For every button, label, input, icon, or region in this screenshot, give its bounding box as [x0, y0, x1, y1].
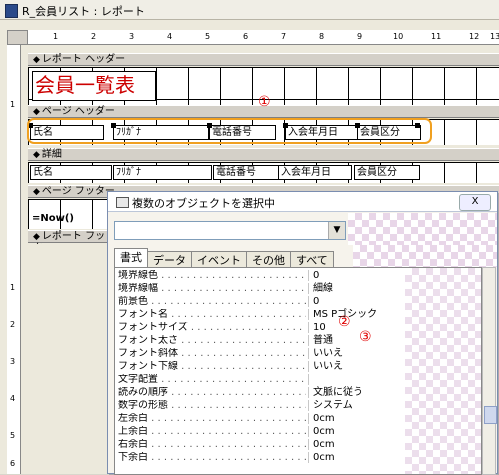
ruler-tick: 1 [53, 32, 59, 41]
section-arrow-icon: ◆ [33, 55, 40, 65]
property-value[interactable]: 0cm [313, 426, 335, 437]
property-name: 右余白 [118, 439, 306, 450]
ruler-tick: 3 [10, 357, 16, 366]
ruler-tick: 10 [393, 32, 404, 41]
checker-background [353, 245, 497, 267]
tab-format[interactable]: 書式 [114, 248, 148, 269]
section-label: ページ ヘッダー [41, 106, 115, 117]
property-list: 境界線色0 境界線幅細線 前景色0 フォント名MS Pゴシック フォントサイズ1… [114, 267, 482, 475]
field-furigana[interactable]: ﾌﾘｶﾞﾅ [113, 165, 212, 180]
section-label: 詳細 [41, 149, 62, 160]
section-arrow-icon: ◆ [33, 187, 40, 197]
ruler-tick: 5 [10, 431, 16, 440]
property-value[interactable]: いいえ [313, 348, 343, 359]
property-value[interactable]: 0 [313, 296, 319, 307]
section-detail[interactable]: ◆ 詳細 [28, 148, 499, 161]
ruler-tick: 4 [167, 32, 173, 41]
property-value[interactable]: システム [313, 400, 353, 411]
ruler-tick: 4 [10, 394, 16, 403]
property-value[interactable]: 10 [313, 322, 326, 333]
property-name: 上余白 [118, 426, 306, 437]
property-sheet-icon [116, 197, 129, 208]
ruler-tick: 6 [10, 459, 16, 468]
report-title-label[interactable]: 会員一覧表 [32, 71, 156, 101]
ruler-tick: 1 [10, 100, 16, 109]
ruler-tick: 3 [129, 32, 135, 41]
section-arrow-icon: ◆ [33, 150, 40, 160]
window-title: R_会員リスト : レポート [22, 5, 145, 18]
ruler-tick: 2 [10, 320, 16, 329]
section-arrow-icon: ◆ [33, 107, 40, 117]
property-value[interactable]: 文脈に従う [313, 387, 363, 398]
property-sheet-title: 複数のオブジェクトを選択中 [132, 197, 275, 210]
ruler-tick: 9 [357, 32, 363, 41]
property-value[interactable]: 細線 [313, 283, 333, 294]
property-name: 左余白 [118, 413, 306, 424]
property-value[interactable]: 0cm [313, 452, 335, 463]
checker-background [348, 213, 497, 245]
property-name: フォント下線 [118, 361, 306, 372]
close-button[interactable]: X [459, 194, 491, 211]
property-name: フォント名 [118, 309, 306, 320]
property-value[interactable]: 0cm [313, 413, 335, 424]
empty-design-area [28, 244, 108, 474]
scrollbar-thumb[interactable] [484, 406, 497, 424]
property-name: フォント斜体 [118, 348, 306, 359]
ruler-tick: 13 [490, 32, 499, 41]
annotation-marker-1: ① [258, 94, 271, 110]
property-value[interactable]: 普通 [313, 335, 333, 346]
annotation-marker-2: ② [338, 314, 351, 330]
ruler-tick: 7 [281, 32, 287, 41]
section-label: ページ フッター [41, 186, 115, 197]
field-join-date[interactable]: 入会年月日 [278, 165, 352, 180]
property-tabs: 書式 データ イベント その他 すべて [114, 248, 334, 269]
property-value[interactable]: いいえ [313, 361, 343, 372]
property-name: 前景色 [118, 296, 306, 307]
property-name: 読みの順序 [118, 387, 306, 398]
property-name: 数字の形態 [118, 400, 306, 411]
window-titlebar[interactable]: R_会員リスト : レポート [0, 0, 499, 20]
section-report-footer[interactable]: ◆レポート フッター [28, 230, 108, 254]
report-icon [5, 4, 18, 18]
ruler-tick: 6 [243, 32, 249, 41]
property-sheet-window[interactable]: 複数のオブジェクトを選択中 X ▼ 書式データイベントその他すべて 境界線色0 … [107, 191, 498, 475]
checker-background [405, 268, 481, 474]
property-list-scrollbar[interactable] [482, 267, 497, 475]
ruler-tick: 1 [10, 283, 16, 292]
property-name: フォント太さ [118, 335, 306, 346]
property-value[interactable]: 0cm [313, 439, 335, 450]
property-name: フォントサイズ [118, 322, 306, 333]
section-arrow-icon: ◆ [33, 232, 40, 242]
property-value[interactable]: 0 [313, 270, 319, 281]
ruler-tick: 8 [319, 32, 325, 41]
field-phone[interactable]: 電話番号 [213, 165, 279, 180]
property-name: 境界線色 [118, 270, 306, 281]
field-now-expression[interactable]: =Now() [30, 212, 102, 225]
ruler-tick: 2 [91, 32, 97, 41]
section-label: レポート ヘッダー [41, 54, 126, 65]
field-name[interactable]: 氏名 [30, 165, 112, 180]
vertical-ruler: 1 1 2 3 4 5 6 [7, 45, 21, 474]
ruler-tick: 5 [205, 32, 211, 41]
ruler-corner[interactable] [7, 30, 28, 45]
selection-highlight-outline [27, 118, 432, 144]
object-selector-combo[interactable]: ▼ [114, 221, 346, 240]
annotation-marker-3: ③ [359, 329, 372, 345]
property-name: 境界線幅 [118, 283, 306, 294]
page-footer-area[interactable]: =Now() [28, 199, 108, 229]
ruler-tick: 11 [431, 32, 442, 41]
detail-area[interactable]: 氏名 ﾌﾘｶﾞﾅ 電話番号 入会年月日 会員区分 [28, 162, 499, 183]
property-name: 文字配置 [118, 374, 306, 385]
horizontal-ruler: 1 2 3 4 5 6 7 8 9 10 11 12 13 [28, 30, 499, 45]
section-report-header[interactable]: ◆ レポート ヘッダー [28, 53, 499, 66]
ruler-tick: 12 [469, 32, 480, 41]
property-sheet-titlebar[interactable]: 複数のオブジェクトを選択中 X [108, 192, 497, 212]
dropdown-arrow-icon[interactable]: ▼ [328, 222, 345, 239]
property-name: 下余白 [118, 452, 306, 463]
field-member-class[interactable]: 会員区分 [354, 165, 420, 180]
